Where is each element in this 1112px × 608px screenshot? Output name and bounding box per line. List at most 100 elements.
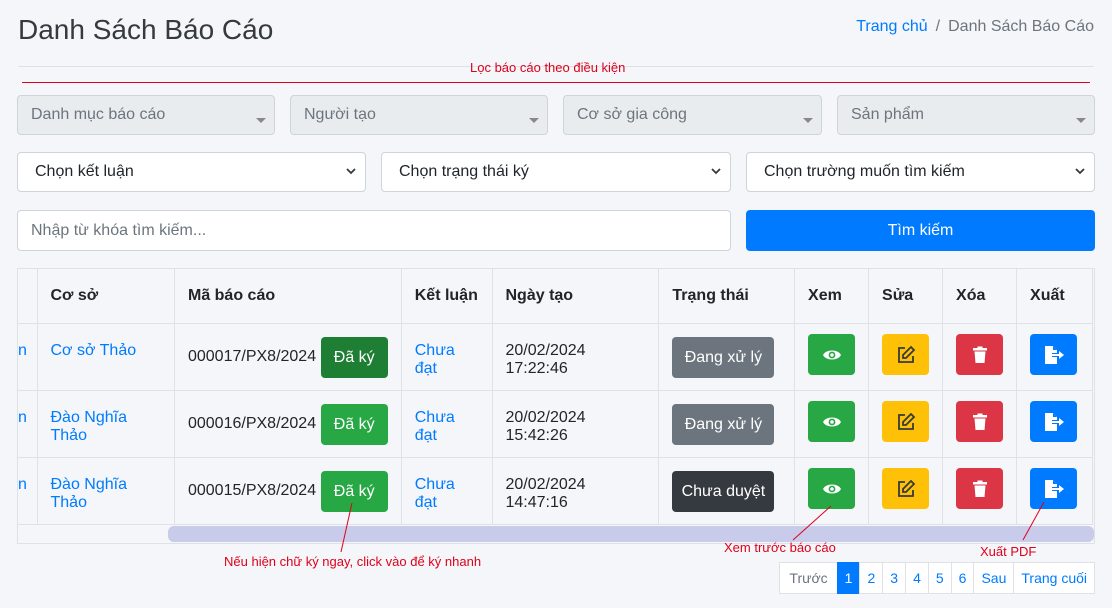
pagination-page-3[interactable]: 3 xyxy=(882,562,907,594)
product-filter-placeholder: Sản phẩm xyxy=(851,106,924,123)
column-header-facility: Cơ sở xyxy=(36,269,175,324)
column-header-code: Mã báo cáo xyxy=(173,269,402,324)
trash-icon xyxy=(972,480,987,497)
eye-icon xyxy=(822,484,841,493)
conclusion-select-value: Chọn kết luận xyxy=(35,163,134,180)
pagination-page-2[interactable]: 2 xyxy=(859,562,884,594)
delete-cell xyxy=(942,390,1018,458)
pagination-last[interactable]: Trang cuối xyxy=(1013,562,1095,594)
pagination-prev[interactable]: Trước xyxy=(779,562,838,594)
export-button[interactable] xyxy=(1030,468,1078,509)
search-field-select[interactable]: Chọn trường muốn tìm kiếm xyxy=(746,152,1095,192)
export-cell xyxy=(1016,323,1093,391)
keyword-search-input[interactable]: Nhập từ khóa tìm kiếm... xyxy=(17,210,731,251)
trash-icon xyxy=(972,413,987,430)
export-annotation: Xuất PDF xyxy=(980,544,1037,559)
chevron-down-icon xyxy=(711,168,721,175)
facility-link[interactable]: Đào Nghĩa Thảo xyxy=(36,390,175,458)
caret-down-icon xyxy=(256,118,266,123)
pagination-page-6[interactable]: 6 xyxy=(950,562,975,594)
created-date: 20/02/2024 15:42:26 xyxy=(491,390,660,458)
conclusion-select[interactable]: Chọn kết luận xyxy=(17,152,366,192)
page-title: Danh Sách Báo Cáo xyxy=(18,14,274,45)
sign-annotation: Nếu hiện chữ ký ngay, click vào để ký nh… xyxy=(224,554,482,569)
edit-button[interactable] xyxy=(882,468,930,509)
status-badge: Đang xử lý xyxy=(672,336,775,378)
column-header-created: Ngày tạo xyxy=(491,269,660,324)
sign-status-select-value: Chọn trạng thái ký xyxy=(399,163,529,180)
view-button[interactable] xyxy=(808,401,856,442)
pagination-page-4[interactable]: 4 xyxy=(905,562,929,594)
export-button[interactable] xyxy=(1030,334,1078,375)
column-header-view: Xem xyxy=(794,269,870,324)
table-header-row: Cơ sở Mã báo cáo Kết luận Ngày tạo Trạng… xyxy=(18,269,1093,324)
report-code: 000015/PX8/2024 xyxy=(187,482,317,499)
pagination-page-5[interactable]: 5 xyxy=(927,562,952,594)
preview-annotation: Xem trước báo cáo xyxy=(724,540,836,555)
search-button[interactable]: Tìm kiếm xyxy=(746,210,1095,251)
truncated-cell[interactable]: n xyxy=(18,457,38,525)
report-table-container: Cơ sở Mã báo cáo Kết luận Ngày tạo Trạng… xyxy=(17,268,1095,544)
breadcrumb-current: Danh Sách Báo Cáo xyxy=(948,18,1094,35)
filter-annotation-line xyxy=(22,82,1090,83)
caret-down-icon xyxy=(529,118,539,123)
report-code-cell: 000017/PX8/2024 Đã ký xyxy=(173,323,402,391)
column-header-edit: Sửa xyxy=(868,269,944,324)
caret-down-icon xyxy=(803,118,813,123)
column-header-delete: Xóa xyxy=(942,269,1018,324)
status-cell: Đang xử lý xyxy=(658,390,796,458)
truncated-cell[interactable]: n xyxy=(18,390,38,458)
facility-link[interactable]: Đào Nghĩa Thảo xyxy=(36,457,175,525)
delete-button[interactable] xyxy=(956,468,1004,509)
report-code-cell: 000015/PX8/2024 Đã ký xyxy=(173,457,402,525)
facility-filter-placeholder: Cơ sở gia công xyxy=(577,106,687,123)
column-header-fragment xyxy=(18,269,38,324)
pagination-page-1[interactable]: 1 xyxy=(836,562,861,594)
column-header-conclusion: Kết luận xyxy=(400,269,493,324)
category-filter[interactable]: Danh mục báo cáo xyxy=(17,95,275,135)
delete-cell xyxy=(942,323,1018,391)
facility-filter[interactable]: Cơ sở gia công xyxy=(563,95,822,135)
trash-icon xyxy=(972,346,987,363)
export-button[interactable] xyxy=(1030,401,1078,442)
conclusion-link[interactable]: Chưa đạt xyxy=(400,457,493,525)
file-export-icon xyxy=(1044,479,1064,498)
signed-button[interactable]: Đã ký xyxy=(320,470,388,512)
conclusion-link[interactable]: Chưa đạt xyxy=(400,390,493,458)
delete-button[interactable] xyxy=(956,401,1004,442)
facility-link[interactable]: Cơ sở Thảo xyxy=(36,323,175,391)
view-cell xyxy=(794,390,870,458)
edit-cell xyxy=(868,457,944,525)
report-table: Cơ sở Mã báo cáo Kết luận Ngày tạo Trạng… xyxy=(18,269,1093,525)
product-filter[interactable]: Sản phẩm xyxy=(837,95,1095,135)
view-button[interactable] xyxy=(808,468,856,509)
signed-button[interactable]: Đã ký xyxy=(320,336,388,378)
edit-icon xyxy=(897,412,915,430)
edit-button[interactable] xyxy=(882,401,930,442)
column-header-export: Xuất xyxy=(1016,269,1093,324)
creator-filter[interactable]: Người tạo xyxy=(290,95,548,135)
breadcrumb-separator: / xyxy=(935,18,941,35)
status-cell: Đang xử lý xyxy=(658,323,796,391)
view-button[interactable] xyxy=(808,334,856,375)
file-export-icon xyxy=(1044,412,1064,431)
sign-status-select[interactable]: Chọn trạng thái ký xyxy=(381,152,731,192)
column-header-status: Trạng thái xyxy=(658,269,796,324)
breadcrumb-home-link[interactable]: Trang chủ xyxy=(856,18,927,35)
file-export-icon xyxy=(1044,345,1064,364)
category-filter-placeholder: Danh mục báo cáo xyxy=(31,106,166,123)
status-badge: Chưa duyệt xyxy=(672,470,775,512)
search-field-select-value: Chọn trường muốn tìm kiếm xyxy=(764,163,965,180)
horizontal-scrollbar[interactable] xyxy=(168,526,1094,542)
report-code: 000017/PX8/2024 xyxy=(187,348,317,365)
edit-icon xyxy=(897,479,915,497)
conclusion-link[interactable]: Chưa đạt xyxy=(400,323,493,391)
edit-button[interactable] xyxy=(882,334,930,375)
delete-button[interactable] xyxy=(956,334,1004,375)
breadcrumb: Trang chủ / Danh Sách Báo Cáo xyxy=(856,18,1094,36)
pagination-next[interactable]: Sau xyxy=(973,562,1015,594)
truncated-cell[interactable]: n xyxy=(18,323,38,391)
eye-icon xyxy=(822,417,841,426)
view-cell xyxy=(794,457,870,525)
signed-button[interactable]: Đã ký xyxy=(320,403,388,445)
